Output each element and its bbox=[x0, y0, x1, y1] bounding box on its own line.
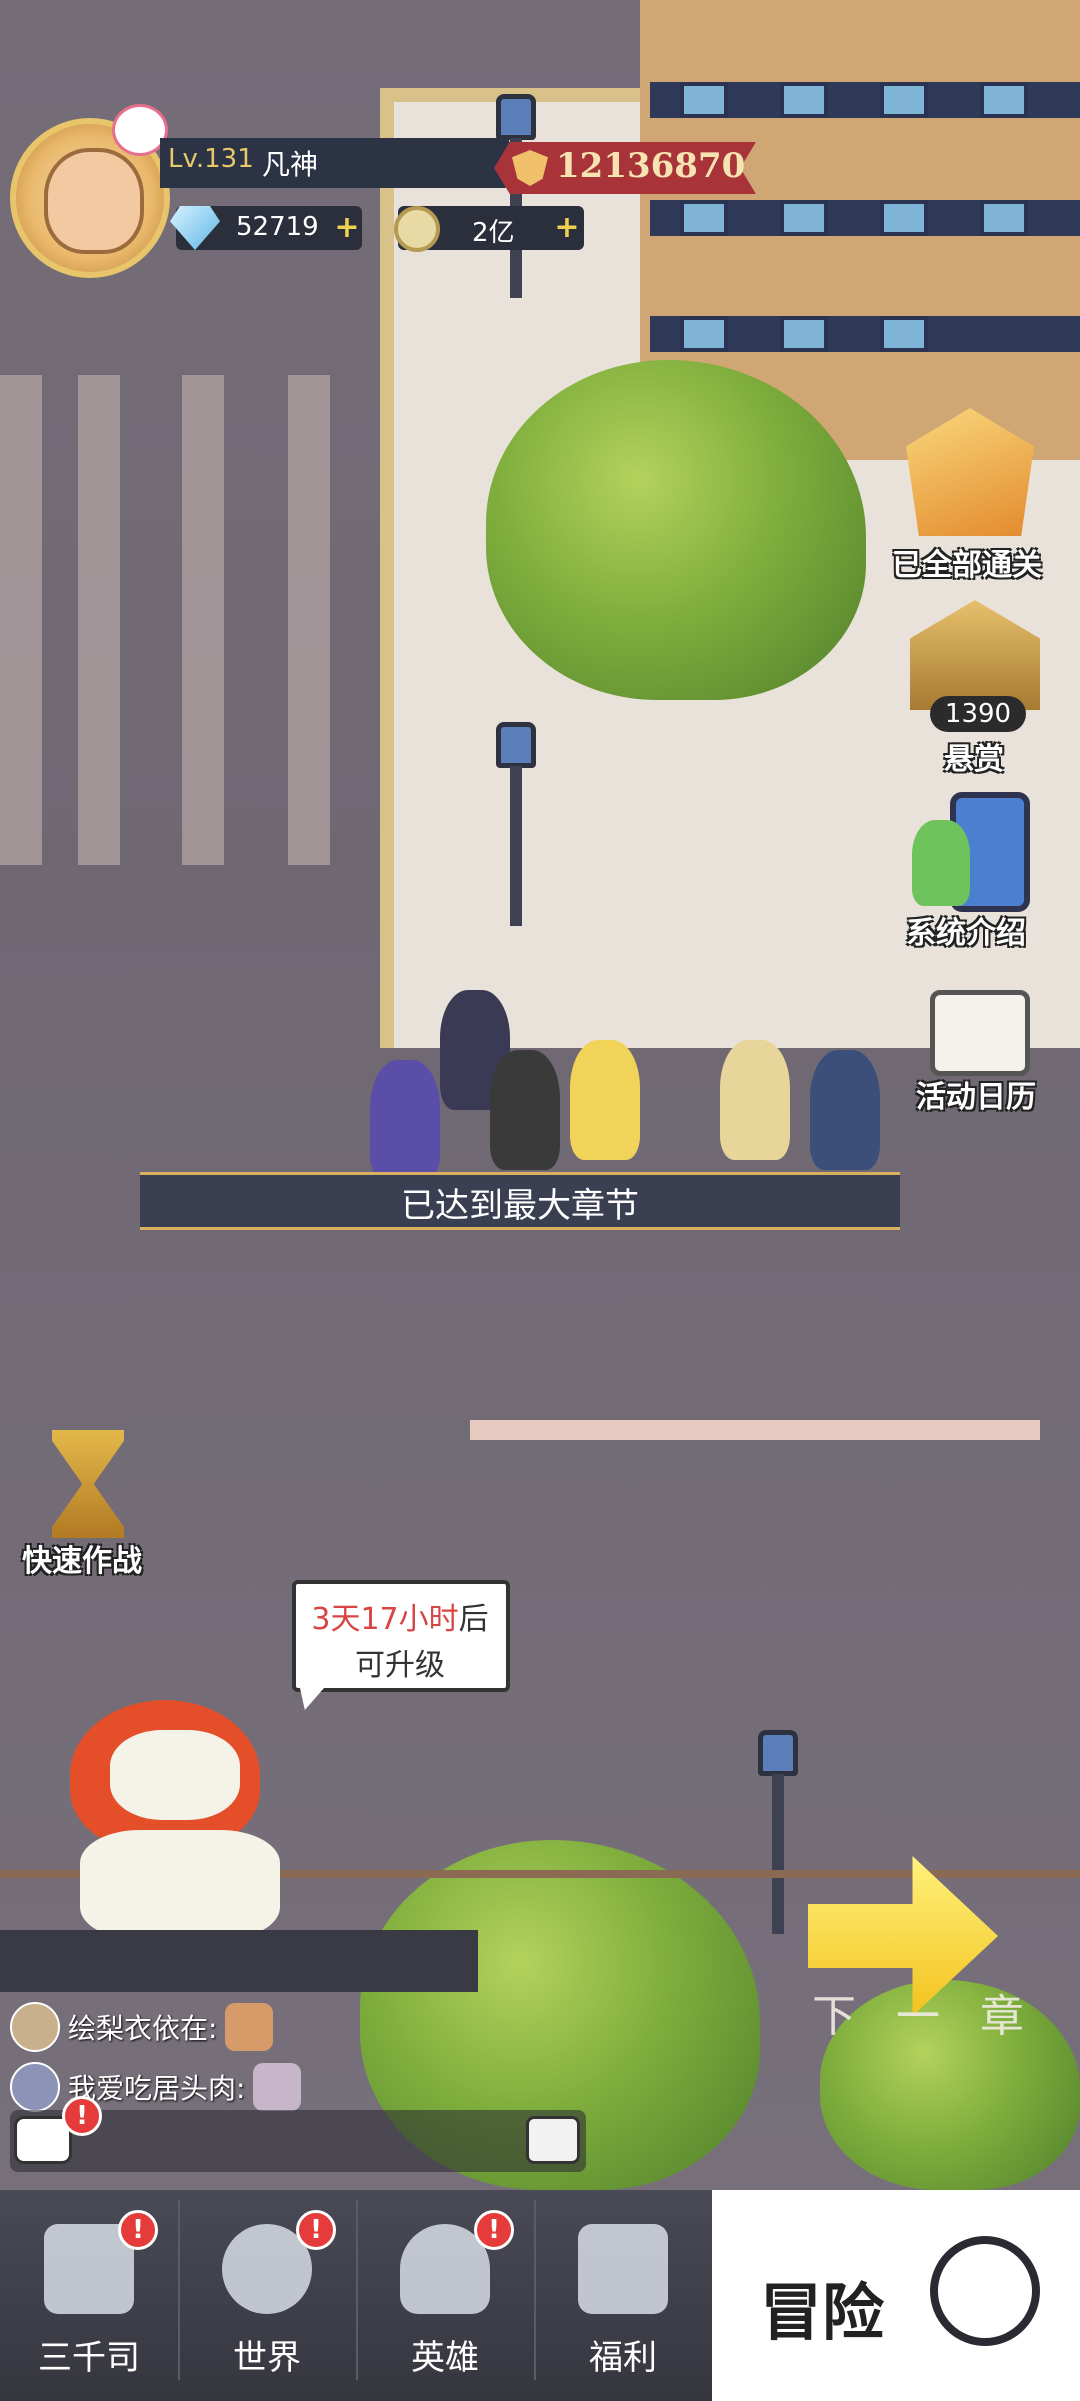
street-lamp bbox=[496, 722, 536, 768]
quick-battle-label: 快速作战 bbox=[22, 1544, 142, 1579]
nav-active-label: 冒险 bbox=[760, 2276, 885, 2349]
countdown-time: 3天17小时 bbox=[311, 1602, 459, 1637]
crosswalk-stripe bbox=[288, 375, 330, 865]
hero-sprite bbox=[720, 1040, 790, 1160]
building-window bbox=[680, 200, 728, 236]
crosswalk-stripe bbox=[182, 375, 224, 865]
chapter-notice: 已达到最大章节 bbox=[401, 1186, 639, 1226]
nav-item-welfare[interactable]: 福利 bbox=[534, 2190, 712, 2401]
building-window bbox=[880, 316, 928, 352]
chat-alert-badge: ! bbox=[62, 2096, 102, 2136]
player-name: 凡神 bbox=[262, 148, 319, 181]
lion-mascot[interactable] bbox=[0, 1610, 300, 1940]
hero-sprite bbox=[570, 1040, 640, 1160]
all-cleared-label: 已全部通关 bbox=[892, 548, 1042, 583]
character-emote-icon bbox=[253, 2063, 302, 2111]
compass-icon bbox=[930, 2236, 1040, 2346]
lion-body bbox=[80, 1830, 280, 1940]
nav-item-heroes[interactable]: ! 英雄 bbox=[356, 2190, 534, 2401]
cat-emote-icon bbox=[225, 2003, 274, 2051]
hero-sprite bbox=[370, 1060, 440, 1180]
add-diamond-button[interactable]: + bbox=[334, 213, 360, 243]
nav-item-world[interactable]: ! 世界 bbox=[178, 2190, 356, 2401]
avatar-face bbox=[44, 148, 144, 254]
nav-label: 三千司 bbox=[38, 2338, 140, 2378]
building-window bbox=[780, 200, 828, 236]
chat-message[interactable]: 我爱吃居头肉: bbox=[10, 2060, 302, 2114]
building-window bbox=[980, 200, 1028, 236]
chat-avatar bbox=[10, 2062, 60, 2112]
player-level: Lv.131 bbox=[168, 144, 254, 174]
system-intro-label: 系统介绍 bbox=[906, 916, 1026, 951]
hero-party bbox=[340, 950, 900, 1180]
chat-avatar bbox=[10, 2002, 60, 2052]
chat-message[interactable]: 绘梨衣依在: bbox=[10, 2000, 274, 2054]
gift-box-icon bbox=[578, 2224, 668, 2314]
rooftop bbox=[0, 1930, 478, 1992]
next-chapter-label[interactable]: 下一章 bbox=[812, 1980, 1064, 2044]
diamond-value: 52719 bbox=[236, 212, 319, 242]
upgrade-hint: 可升级 bbox=[355, 1648, 445, 1683]
street-lamp bbox=[496, 94, 536, 140]
lion-face bbox=[110, 1730, 240, 1820]
nav-label: 世界 bbox=[233, 2338, 301, 2378]
building-window bbox=[680, 82, 728, 118]
calendar-icon[interactable] bbox=[930, 990, 1030, 1076]
building-window bbox=[880, 82, 928, 118]
guide-character-icon bbox=[912, 820, 970, 906]
building-window bbox=[780, 316, 828, 352]
add-gold-button[interactable]: + bbox=[554, 213, 580, 243]
emoji-icon[interactable] bbox=[526, 2116, 580, 2164]
hero-sprite bbox=[490, 1050, 560, 1170]
upgrade-countdown: 3天17小时后 bbox=[300, 1594, 500, 1638]
building-window bbox=[780, 82, 828, 118]
combat-power-value: 12136870 bbox=[556, 146, 746, 186]
nav-label: 英雄 bbox=[411, 2338, 479, 2378]
building-window bbox=[680, 316, 728, 352]
event-calendar-label: 活动日历 bbox=[916, 1080, 1036, 1115]
street-lamp bbox=[758, 1730, 798, 1776]
nav-label: 福利 bbox=[589, 2338, 657, 2378]
crosswalk-stripe bbox=[78, 375, 120, 865]
hero-sprite bbox=[810, 1050, 880, 1170]
nav-alert-badge: ! bbox=[296, 2210, 336, 2250]
gold-coin-icon bbox=[394, 206, 440, 252]
building-window bbox=[880, 200, 928, 236]
building-window bbox=[980, 82, 1028, 118]
bounty-count-badge: 1390 bbox=[930, 696, 1026, 732]
nav-alert-badge: ! bbox=[474, 2210, 514, 2250]
chat-username: 绘梨衣依在: bbox=[68, 2012, 218, 2045]
nav-alert-badge: ! bbox=[118, 2210, 158, 2250]
bounty-label: 悬赏 bbox=[944, 742, 1004, 777]
gold-value: 2亿 bbox=[472, 218, 515, 248]
countdown-suffix: 后 bbox=[458, 1602, 489, 1637]
road-marking bbox=[470, 1420, 1040, 1440]
crosswalk-stripe bbox=[0, 375, 42, 865]
nav-item-sanqiansi[interactable]: ! 三千司 bbox=[0, 2190, 178, 2401]
lamp-post bbox=[510, 766, 522, 926]
player-avatar[interactable] bbox=[10, 104, 170, 278]
